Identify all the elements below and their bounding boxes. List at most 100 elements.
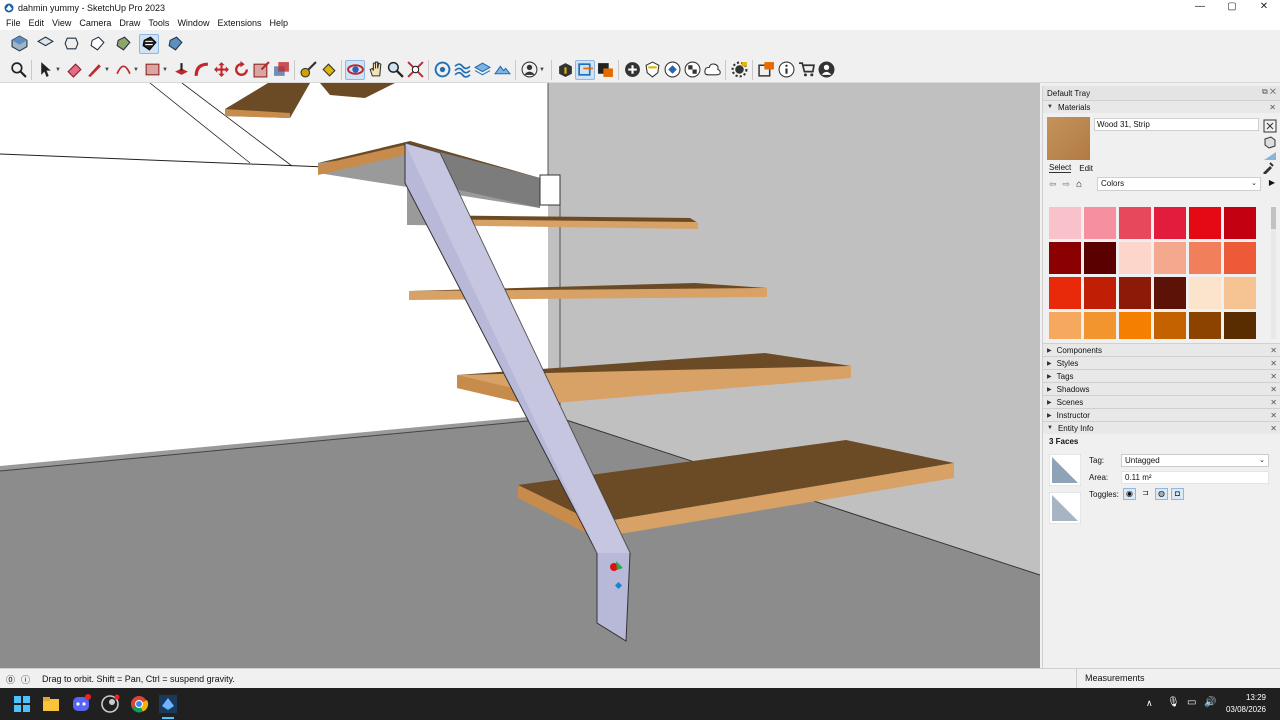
chevron-down-icon[interactable]: ▼ [162, 67, 168, 73]
menu-file[interactable]: File [2, 18, 25, 28]
panel-instructor[interactable]: ▶ Instructor ✕ [1043, 408, 1280, 421]
default-material-icon[interactable] [1263, 151, 1277, 161]
home-icon[interactable]: ⌂ [1076, 179, 1082, 190]
eraser-icon[interactable] [64, 60, 84, 80]
color-swatch[interactable] [1189, 312, 1221, 339]
panel-components[interactable]: ▶ Components ✕ [1043, 343, 1280, 356]
left-view-icon[interactable] [139, 33, 159, 54]
panel-shadows[interactable]: ▶ Shadows ✕ [1043, 382, 1280, 395]
chrome-icon[interactable] [129, 694, 149, 714]
close-icon[interactable]: ✕ [1270, 359, 1277, 368]
close-button[interactable]: ✕ [1248, 0, 1280, 15]
details-arrow-icon[interactable]: ▶ [1269, 178, 1275, 187]
shopping-cart-icon[interactable] [796, 60, 816, 80]
user-account-icon[interactable] [519, 60, 539, 80]
shield-icon[interactable] [642, 60, 662, 80]
tape-measure-icon[interactable] [298, 60, 318, 80]
color-swatch[interactable] [1049, 207, 1081, 239]
zoom-icon[interactable] [385, 60, 405, 80]
color-swatch[interactable] [1119, 242, 1151, 274]
photo-texture-icon[interactable] [662, 60, 682, 80]
sample-paint-icon[interactable] [1262, 162, 1274, 174]
panel-scenes[interactable]: ▶ Scenes ✕ [1043, 395, 1280, 408]
color-swatch[interactable] [1224, 277, 1256, 309]
color-swatch[interactable] [1084, 312, 1116, 339]
info-status-icon[interactable]: ⓘ [21, 673, 30, 686]
menu-window[interactable]: Window [173, 18, 213, 28]
menu-tools[interactable]: Tools [144, 18, 173, 28]
sandbox-icon[interactable] [452, 60, 472, 80]
offset-icon[interactable] [271, 60, 291, 80]
tab-edit[interactable]: Edit [1079, 164, 1093, 173]
layout-send-icon[interactable] [756, 60, 776, 80]
pencil-line-icon[interactable] [84, 60, 104, 80]
create-material-icon[interactable] [1263, 135, 1277, 149]
profile-icon[interactable] [816, 60, 836, 80]
chevron-down-icon[interactable]: ▼ [55, 67, 61, 73]
display-secondary-icon[interactable] [1263, 119, 1277, 133]
search-icon[interactable] [8, 60, 28, 80]
rectangle-icon[interactable] [142, 60, 162, 80]
move-icon[interactable] [211, 60, 231, 80]
panel-materials[interactable]: ▼ Materials ✕ [1043, 100, 1280, 113]
color-swatch[interactable] [1084, 242, 1116, 274]
color-swatch[interactable] [1119, 277, 1151, 309]
checker-grid-icon[interactable] [682, 60, 702, 80]
color-swatch[interactable] [1049, 277, 1081, 309]
microphone-icon[interactable]: 🎙 [1167, 697, 1180, 708]
color-swatch[interactable] [1224, 207, 1256, 239]
zoom-extents-icon[interactable] [405, 60, 425, 80]
network-icon[interactable]: ▭ [1187, 697, 1196, 708]
terrain-icon[interactable] [492, 60, 512, 80]
tag-select[interactable]: Untagged ⌄ [1121, 454, 1269, 467]
cloud-upload-icon[interactable] [702, 60, 722, 80]
close-icon[interactable]: ✕ [1270, 411, 1277, 420]
swatch-scrollbar[interactable] [1271, 207, 1276, 339]
layers-stack-icon[interactable] [472, 60, 492, 80]
color-swatch[interactable] [1224, 242, 1256, 274]
color-swatch[interactable] [1189, 207, 1221, 239]
geo-status-icon[interactable]: ⓪ [6, 673, 15, 686]
lock-icon[interactable]: ⊐ [1139, 488, 1152, 500]
extension-manager-icon[interactable] [729, 60, 749, 80]
color-swatch[interactable] [1084, 207, 1116, 239]
forward-arrow-icon[interactable]: ⇨ [1063, 179, 1071, 190]
menu-help[interactable]: Help [265, 18, 292, 28]
close-icon[interactable]: ✕ [1269, 103, 1276, 112]
cast-shadow-icon[interactable]: ◍ [1155, 488, 1168, 500]
menu-camera[interactable]: Camera [75, 18, 115, 28]
volume-icon[interactable]: 🔊 [1204, 697, 1216, 708]
color-swatch[interactable] [1154, 242, 1186, 274]
geo-location-icon[interactable] [432, 60, 452, 80]
menu-view[interactable]: View [48, 18, 75, 28]
scale-icon[interactable] [251, 60, 271, 80]
rotate-icon[interactable] [231, 60, 251, 80]
follow-me-icon[interactable] [191, 60, 211, 80]
top-view-icon[interactable] [35, 34, 55, 54]
color-swatch[interactable] [1119, 312, 1151, 339]
section-display-icon[interactable] [595, 60, 615, 80]
tab-select[interactable]: Select [1049, 163, 1072, 173]
extension-warehouse-icon[interactable] [555, 60, 575, 80]
orbit-icon[interactable] [345, 59, 365, 80]
maximize-button[interactable]: ▢ [1216, 0, 1248, 15]
color-swatch[interactable] [1084, 277, 1116, 309]
color-swatch[interactable] [1154, 277, 1186, 309]
visible-eye-icon[interactable]: ◉ [1123, 488, 1136, 500]
measurements-box[interactable]: Measurements [1076, 669, 1145, 688]
close-icon[interactable]: ✕ [1270, 398, 1277, 407]
add-location-icon[interactable] [622, 60, 642, 80]
color-swatch[interactable] [1119, 207, 1151, 239]
front-view-icon[interactable] [61, 34, 81, 54]
minimize-button[interactable]: — [1184, 0, 1216, 15]
staircase-model[interactable] [0, 83, 1040, 668]
arc-icon[interactable] [113, 60, 133, 80]
close-icon[interactable]: ✕ [1270, 372, 1277, 381]
right-view-icon[interactable] [87, 34, 107, 54]
color-swatch[interactable] [1189, 277, 1221, 309]
tray-chevron-up-icon[interactable]: ∧ [1146, 698, 1153, 709]
windows-start-icon[interactable] [12, 694, 32, 714]
back-arrow-icon[interactable]: ⇦ [1049, 179, 1057, 190]
close-icon[interactable]: ✕ [1270, 424, 1277, 433]
push-pull-icon[interactable] [171, 60, 191, 80]
